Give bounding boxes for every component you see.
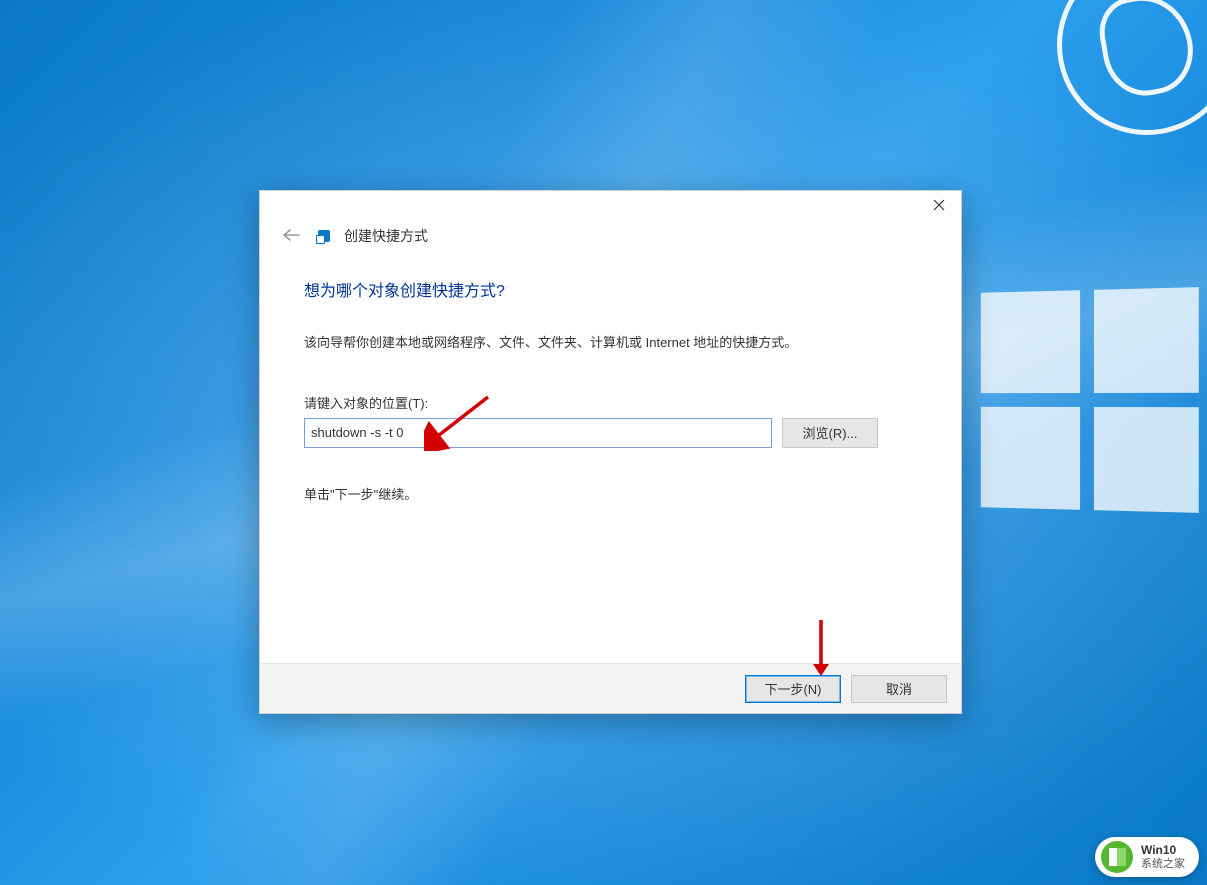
windows-logo-decoration	[981, 287, 1199, 513]
close-button[interactable]	[917, 191, 961, 221]
close-icon	[933, 198, 945, 214]
dialog-body: 想为哪个对象创建快捷方式? 该向导帮你创建本地或网络程序、文件、文件夹、计算机或…	[260, 255, 961, 663]
wizard-question: 想为哪个对象创建快捷方式?	[304, 277, 917, 301]
create-shortcut-dialog: 创建快捷方式 想为哪个对象创建快捷方式? 该向导帮你创建本地或网络程序、文件、文…	[259, 190, 962, 714]
shortcut-icon	[318, 230, 330, 242]
dialog-header: 创建快捷方式	[260, 225, 961, 255]
brand-logo-icon	[1101, 841, 1133, 873]
location-input[interactable]	[304, 418, 772, 448]
brand-line1: Win10	[1141, 844, 1185, 857]
brand-line2: 系统之家	[1141, 858, 1185, 870]
dialog-title: 创建快捷方式	[344, 226, 428, 246]
dialog-footer: 下一步(N) 取消	[260, 663, 961, 713]
brand-text: Win10 系统之家	[1141, 844, 1185, 869]
cancel-button[interactable]: 取消	[851, 675, 947, 703]
browse-button[interactable]: 浏览(R)...	[782, 418, 878, 448]
wizard-description: 该向导帮你创建本地或网络程序、文件、文件夹、计算机或 Internet 地址的快…	[304, 333, 917, 353]
brand-badge: Win10 系统之家	[1095, 837, 1199, 877]
next-button[interactable]: 下一步(N)	[745, 675, 841, 703]
back-arrow-icon[interactable]	[278, 224, 304, 249]
dialog-titlebar	[260, 191, 961, 225]
continue-instruction: 单击"下一步"继续。	[304, 484, 917, 503]
location-input-row: 浏览(R)...	[304, 418, 917, 448]
location-input-label: 请键入对象的位置(T):	[304, 393, 917, 412]
